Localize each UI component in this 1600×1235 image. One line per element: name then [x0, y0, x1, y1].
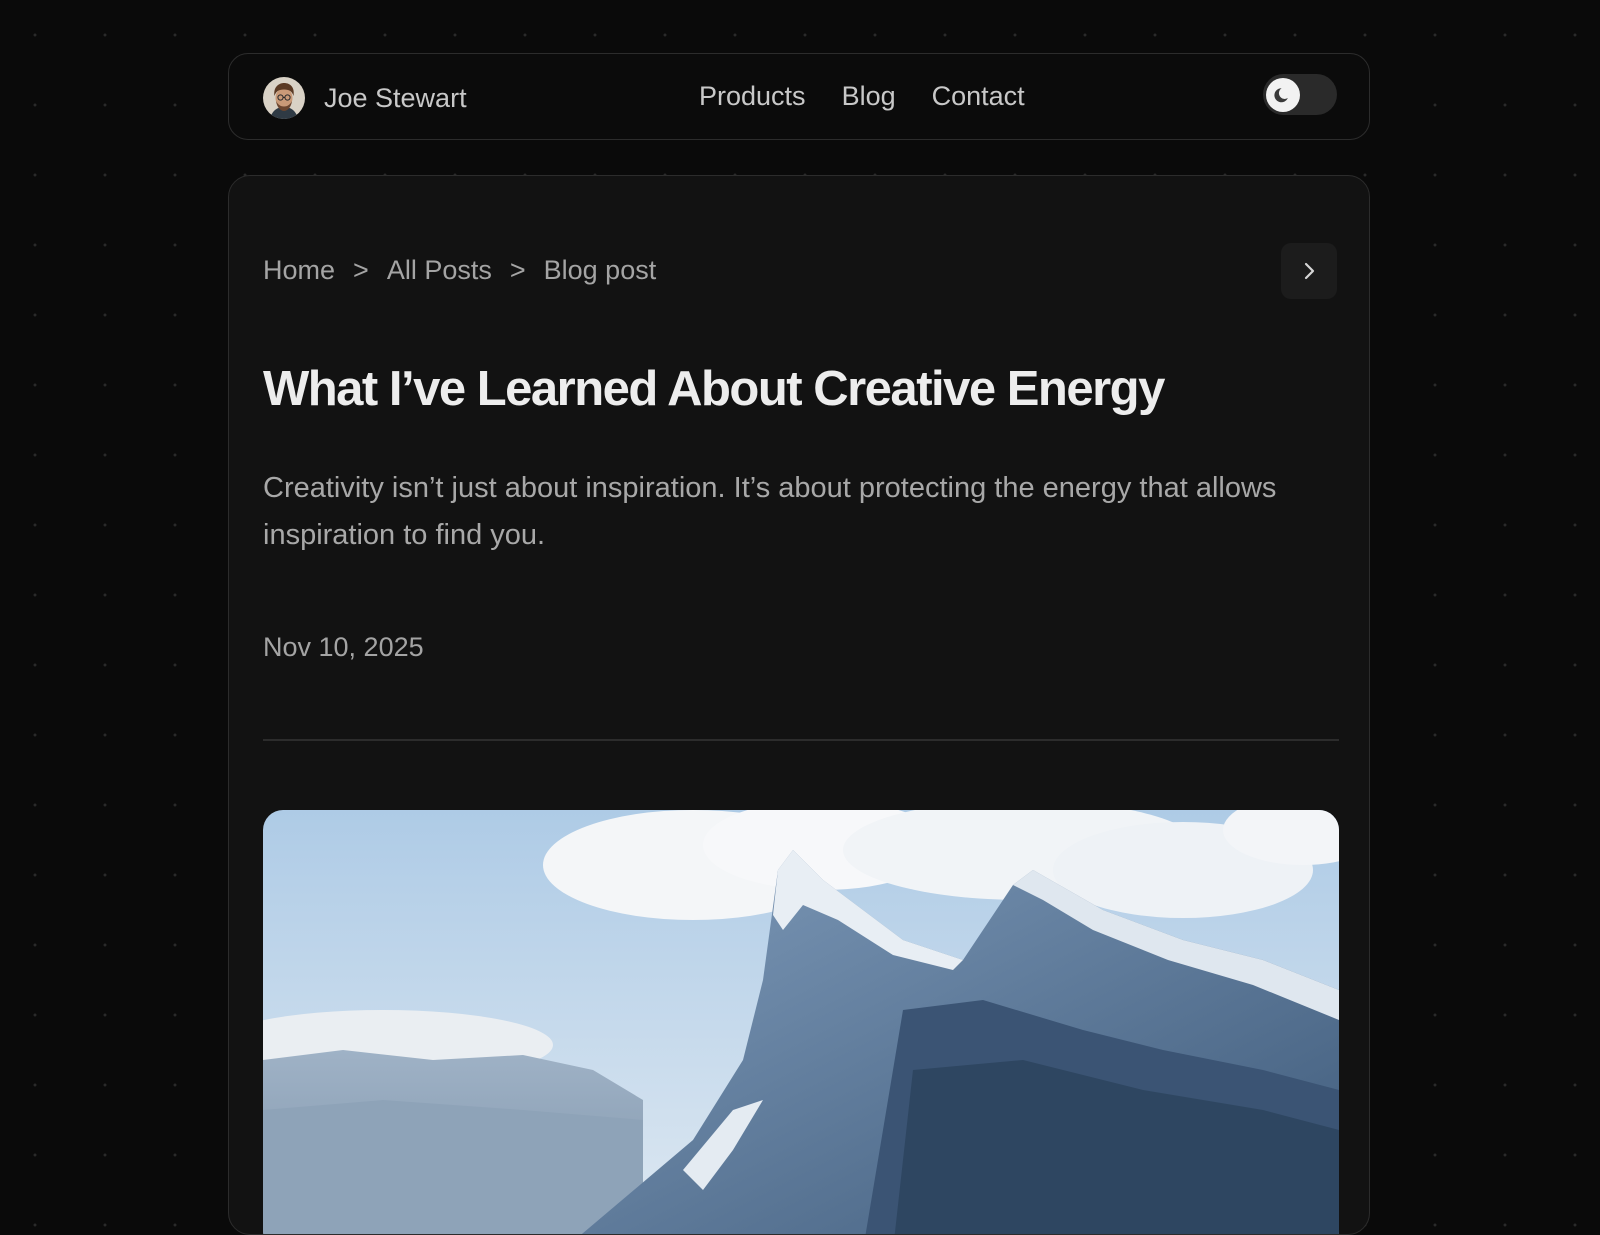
breadcrumb-separator: > [353, 255, 369, 285]
avatar [263, 77, 305, 119]
post-excerpt: Creativity isn’t just about inspiration.… [263, 472, 1277, 551]
blog-post-card: Home > All Posts > Blog post What I’ve L… [228, 175, 1370, 1235]
hero-image [263, 810, 1339, 1234]
nav-link-products[interactable]: Products [699, 81, 806, 112]
nav-link-blog[interactable]: Blog [842, 81, 896, 112]
breadcrumb: Home > All Posts > Blog post [263, 255, 656, 286]
theme-toggle[interactable] [1263, 74, 1337, 115]
breadcrumb-all-posts[interactable]: All Posts [387, 255, 492, 286]
theme-toggle-knob [1266, 78, 1300, 112]
next-post-button[interactable] [1281, 243, 1337, 299]
chevron-right-icon [1304, 262, 1315, 280]
moon-icon [1274, 88, 1288, 103]
breadcrumb-home[interactable]: Home [263, 255, 335, 286]
post-date: Nov 10, 2025 [263, 632, 424, 662]
nav-link-contact[interactable]: Contact [932, 81, 1025, 112]
divider [263, 739, 1339, 741]
mountain-photo [263, 810, 1339, 1234]
main-nav: Products Blog Contact [699, 54, 1061, 139]
author-name: Joe Stewart [324, 82, 467, 113]
breadcrumb-separator: > [509, 255, 526, 285]
top-navbar: Joe Stewart Products Blog Contact [228, 53, 1370, 140]
post-title: What I’ve Learned About Creative Energy [263, 362, 1165, 416]
breadcrumb-current: Blog post [543, 255, 657, 285]
author-brand-link[interactable]: Joe Stewart [263, 77, 467, 119]
avatar-icon [263, 77, 305, 119]
